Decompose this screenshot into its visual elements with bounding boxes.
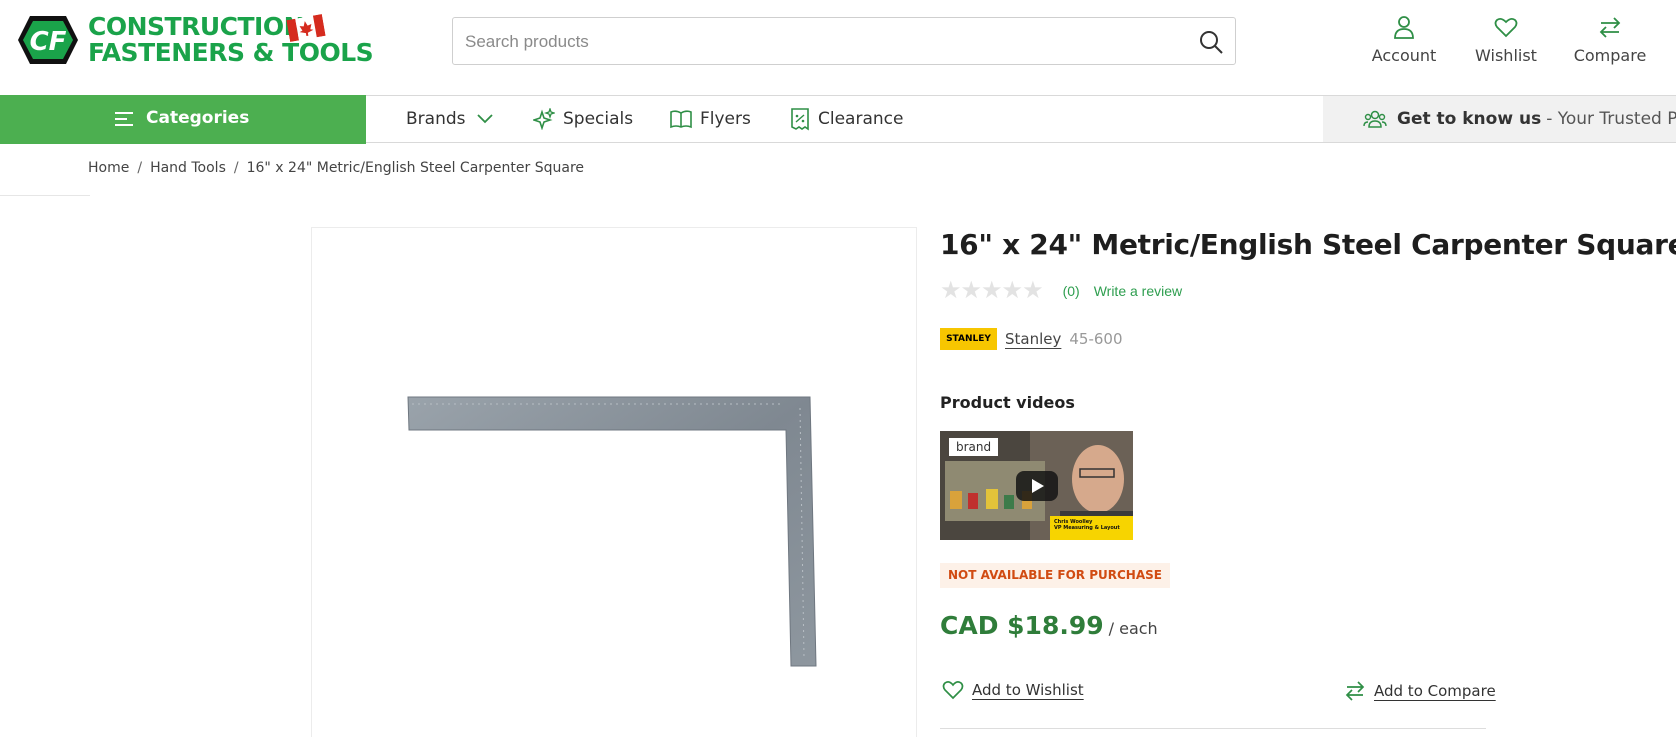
compare-label: Compare [1573, 46, 1647, 65]
users-icon [1363, 110, 1387, 128]
wishlist-button[interactable]: Wishlist [1461, 14, 1551, 65]
nav-brands[interactable]: Brands [406, 96, 494, 142]
menu-icon [115, 112, 133, 126]
discount-tag-icon [791, 108, 809, 131]
site-logo[interactable]: CF CONSTRUCTION FASTENERS & TOOLS [16, 12, 374, 67]
product-title: 16" x 24" Metric/English Steel Carpenter… [940, 228, 1676, 261]
site-header: CF CONSTRUCTION FASTENERS & TOOLS Accoun… [0, 0, 1676, 95]
nav-flyers-label: Flyers [700, 109, 751, 129]
breadcrumb-separator: / [137, 160, 143, 176]
divider [0, 195, 90, 196]
add-to-compare-label: Add to Compare [1374, 682, 1496, 700]
main-nav: Categories Brands Specials Flyers Cleara… [0, 95, 1676, 144]
star-rating: ★★★★★ [940, 277, 1044, 304]
compare-arrows-icon [1345, 681, 1365, 701]
breadcrumb: Home / Hand Tools / 16" x 24" Metric/English… [88, 160, 584, 176]
product-image-container[interactable] [311, 227, 917, 737]
breadcrumb-separator: / [233, 160, 239, 176]
brand-link[interactable]: Stanley [1005, 330, 1061, 348]
video-caption: Chris Woolley VP Measuring & Layout [1050, 516, 1133, 540]
product-video-thumbnail[interactable]: brand Chris Woolley VP Measuring & Layou… [940, 431, 1133, 540]
add-to-wishlist-button[interactable]: Add to Wishlist [942, 680, 1084, 700]
logo-line-2: FASTENERS & TOOLS [88, 38, 374, 67]
review-count[interactable]: (0) [1063, 283, 1080, 299]
wishlist-label: Wishlist [1475, 46, 1537, 65]
account-button[interactable]: Account [1359, 14, 1449, 65]
compare-arrows-icon [1599, 17, 1621, 38]
nav-specials[interactable]: Specials [533, 96, 633, 142]
about-us-link[interactable]: Get to know us - Your Trusted Partner [1323, 96, 1676, 142]
compare-button[interactable]: Compare [1565, 14, 1655, 65]
add-to-compare-button[interactable]: Add to Compare [1344, 680, 1496, 702]
chevron-down-icon [476, 114, 493, 124]
nav-flyers[interactable]: Flyers [670, 96, 751, 142]
cf-logo-badge: CF [18, 16, 78, 64]
nav-brands-label: Brands [406, 109, 466, 129]
product-image [407, 396, 817, 667]
product-sku: 45-600 [1069, 330, 1123, 348]
breadcrumb-current: 16" x 24" Metric/English Steel Carpenter… [246, 160, 585, 176]
svg-text:CF: CF [30, 27, 67, 57]
play-icon[interactable] [1016, 471, 1058, 501]
search-icon[interactable] [1197, 28, 1225, 56]
breadcrumb-home[interactable]: Home [88, 160, 129, 176]
stanley-brand-logo[interactable]: STANLEY [940, 328, 997, 350]
categories-label: Categories [146, 108, 250, 128]
heart-icon [1494, 17, 1518, 38]
add-to-wishlist-label: Add to Wishlist [972, 681, 1084, 699]
price-row: CAD $18.99 / each [940, 611, 1158, 640]
about-us-bold: Get to know us [1397, 109, 1542, 129]
divider [940, 728, 1486, 729]
logo-line-1: CONSTRUCTION [88, 12, 305, 41]
product-price: CAD $18.99 [940, 611, 1104, 640]
account-label: Account [1371, 46, 1437, 65]
brand-row: STANLEY Stanley 45-600 [940, 328, 1123, 350]
nav-specials-label: Specials [563, 109, 634, 129]
about-us-rest: - Your Trusted Partner [1546, 109, 1676, 129]
write-review-link[interactable]: Write a review [1094, 283, 1182, 299]
book-icon [670, 110, 692, 129]
product-videos-heading: Product videos [940, 393, 1075, 412]
search-box [452, 17, 1236, 65]
nav-clearance-label: Clearance [818, 109, 904, 129]
availability-badge: NOT AVAILABLE FOR PURCHASE [940, 563, 1170, 588]
user-icon [1394, 16, 1414, 39]
search-input[interactable] [465, 30, 1165, 54]
nav-clearance[interactable]: Clearance [790, 96, 903, 142]
sparkle-icon [533, 108, 555, 130]
breadcrumb-hand-tools[interactable]: Hand Tools [150, 160, 226, 176]
rating-row: ★★★★★ (0) Write a review [940, 276, 1182, 305]
categories-button[interactable]: Categories [0, 95, 366, 144]
video-caption-title: VP Measuring & Layout [1054, 525, 1120, 531]
heart-icon [942, 681, 964, 700]
video-tag: brand [949, 438, 999, 456]
price-unit: / each [1108, 619, 1158, 638]
